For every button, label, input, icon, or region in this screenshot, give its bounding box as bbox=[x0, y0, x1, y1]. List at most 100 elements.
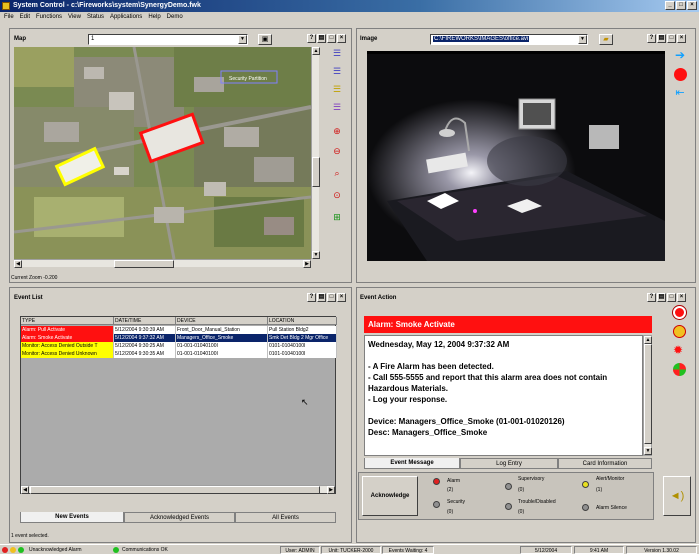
table-row[interactable]: Monitor: Access Denied Unknown 5/12/2004… bbox=[21, 350, 337, 358]
map-open-button[interactable]: ▣ bbox=[258, 34, 272, 45]
table-row[interactable]: Monitor: Access Denied Outside T 5/12/20… bbox=[21, 342, 337, 350]
tab-event-message[interactable]: Event Message bbox=[364, 458, 460, 469]
maximize-icon[interactable]: □ bbox=[327, 293, 336, 302]
restore-icon[interactable]: ▤ bbox=[657, 293, 666, 302]
minimize-button[interactable]: _ bbox=[665, 1, 675, 10]
speaker-icon[interactable]: ◄) bbox=[663, 476, 691, 516]
message-line: - Call 555-5555 and report that this ala… bbox=[368, 373, 608, 393]
restore-icon[interactable]: ▤ bbox=[657, 34, 666, 43]
event-action-controls: ? ▤ □ × bbox=[647, 293, 686, 302]
fit-map-icon[interactable]: ⊞ bbox=[330, 210, 344, 224]
layer-filter-icon[interactable]: ☰ bbox=[330, 100, 344, 114]
status-label: Supervisory bbox=[518, 476, 545, 482]
rewind-icon[interactable]: ⇤ bbox=[673, 86, 687, 100]
help-icon[interactable]: ? bbox=[647, 293, 656, 302]
column-device[interactable]: DEVICE bbox=[176, 317, 268, 324]
close-icon[interactable]: × bbox=[677, 34, 686, 43]
open-folder-icon[interactable]: ▰ bbox=[599, 34, 613, 45]
alarm-status-light bbox=[433, 478, 440, 485]
layer-highlight-icon[interactable]: ☰ bbox=[330, 82, 344, 96]
scroll-up-icon[interactable]: ▲ bbox=[644, 336, 652, 344]
message-line: - A Fire Alarm has been detected. bbox=[368, 362, 494, 371]
menu-help[interactable]: Help bbox=[148, 12, 160, 22]
image-path-selector[interactable]: C:\FIREWORKS\IMAGES\office.avi ▼ bbox=[430, 34, 588, 45]
close-icon[interactable]: × bbox=[337, 34, 346, 43]
scroll-left-icon[interactable]: ◀ bbox=[14, 260, 22, 268]
tab-card-information[interactable]: Card Information bbox=[558, 458, 652, 469]
scroll-thumb[interactable] bbox=[312, 157, 320, 187]
column-location[interactable]: LOCATION bbox=[268, 317, 337, 324]
security-partition-label[interactable]: Security Partition bbox=[229, 76, 267, 82]
map-horizontal-scrollbar[interactable]: ◀ ▶ bbox=[14, 259, 311, 268]
chevron-down-icon[interactable]: ▼ bbox=[578, 35, 587, 44]
menu-functions[interactable]: Functions bbox=[36, 12, 62, 22]
next-arrow-icon[interactable]: ➔ bbox=[673, 48, 687, 62]
user-status: User: ADMIN bbox=[280, 546, 320, 554]
menu-status[interactable]: Status bbox=[87, 12, 104, 22]
scroll-down-icon[interactable]: ▼ bbox=[644, 447, 652, 455]
menu-edit[interactable]: Edit bbox=[20, 12, 30, 22]
no-action-icon[interactable] bbox=[673, 325, 686, 338]
layer-up-icon[interactable]: ☰ bbox=[330, 64, 344, 78]
help-icon[interactable]: ? bbox=[307, 34, 316, 43]
table-row[interactable]: Alarm: Pull Activate 5/12/2004 9:30:39 A… bbox=[21, 326, 337, 334]
layer-list-icon[interactable]: ☰ bbox=[330, 46, 344, 60]
camera-image bbox=[367, 51, 665, 261]
tab-all-events[interactable]: All Events bbox=[235, 512, 336, 523]
help-icon[interactable]: ? bbox=[647, 34, 656, 43]
table-row-selected[interactable]: Alarm: Smoke Activate 5/12/2004 9:37:32 … bbox=[21, 334, 337, 342]
row-type: Alarm: Pull Activate bbox=[21, 326, 114, 334]
maximize-button[interactable]: □ bbox=[676, 1, 686, 10]
scroll-thumb[interactable] bbox=[644, 344, 652, 444]
map-vertical-scrollbar[interactable]: ▲ ▼ bbox=[311, 47, 320, 259]
menu-file[interactable]: File bbox=[4, 12, 14, 22]
column-datetime[interactable]: DATE/TIME bbox=[114, 317, 176, 324]
restore-icon[interactable]: ▤ bbox=[317, 293, 326, 302]
message-line: - Log your response. bbox=[368, 395, 448, 404]
scroll-left-icon[interactable]: ◀ bbox=[21, 486, 29, 494]
stop-alarm-icon[interactable] bbox=[673, 306, 686, 319]
record-icon[interactable] bbox=[674, 68, 687, 81]
close-icon[interactable]: × bbox=[677, 293, 686, 302]
warning-indicator-icon bbox=[10, 547, 16, 553]
event-table[interactable]: TYPE DATE/TIME DEVICE LOCATION Alarm: Pu… bbox=[20, 316, 337, 494]
title-bar: System Control - c:\Fireworks\system\Syn… bbox=[0, 0, 699, 12]
help-icon[interactable]: ? bbox=[307, 293, 316, 302]
time-status: 9:41 AM bbox=[574, 546, 624, 554]
acknowledge-button[interactable]: Acknowledge bbox=[362, 476, 418, 516]
reset-icon[interactable] bbox=[673, 363, 686, 376]
scroll-right-icon[interactable]: ▶ bbox=[327, 486, 335, 494]
maximize-icon[interactable]: □ bbox=[667, 34, 676, 43]
column-type[interactable]: TYPE bbox=[21, 317, 114, 324]
menu-applications[interactable]: Applications bbox=[110, 12, 142, 22]
scroll-down-icon[interactable]: ▼ bbox=[312, 251, 320, 259]
maximize-icon[interactable]: □ bbox=[667, 293, 676, 302]
zoom-out-icon[interactable]: ⊖ bbox=[330, 144, 344, 158]
scroll-thumb[interactable] bbox=[114, 260, 174, 268]
alarm-light-icon[interactable]: ✹ bbox=[673, 344, 683, 357]
event-message-scrollbar[interactable]: ▲ ▼ bbox=[643, 335, 652, 456]
row-type: Alarm: Smoke Activate bbox=[21, 334, 114, 342]
zoom-in-icon[interactable]: ⊕ bbox=[330, 124, 344, 138]
maximize-icon[interactable]: □ bbox=[327, 34, 336, 43]
chevron-down-icon[interactable]: ▼ bbox=[238, 35, 247, 44]
menu-demo[interactable]: Demo bbox=[167, 12, 183, 22]
tab-acknowledged-events[interactable]: Acknowledged Events bbox=[124, 512, 235, 523]
menu-view[interactable]: View bbox=[68, 12, 81, 22]
restore-icon[interactable]: ▤ bbox=[317, 34, 326, 43]
tab-new-events[interactable]: New Events bbox=[20, 512, 124, 523]
status-count: (2) bbox=[447, 487, 454, 493]
row-type: Monitor: Access Denied Outside T bbox=[21, 342, 114, 350]
scroll-thumb[interactable] bbox=[30, 486, 320, 494]
tab-log-entry[interactable]: Log Entry bbox=[460, 458, 558, 469]
map-selector[interactable]: 1 ▼ bbox=[88, 34, 248, 45]
scroll-right-icon[interactable]: ▶ bbox=[303, 260, 311, 268]
event-table-hscroll[interactable]: ◀ ▶ bbox=[21, 485, 335, 494]
map-view[interactable]: Security Partition bbox=[14, 47, 311, 259]
row-device: Front_Door_Manual_Station bbox=[176, 326, 268, 334]
close-button[interactable]: × bbox=[687, 1, 697, 10]
zoom-area-icon[interactable]: ⌕ bbox=[330, 166, 344, 180]
scroll-up-icon[interactable]: ▲ bbox=[312, 47, 320, 55]
close-icon[interactable]: × bbox=[337, 293, 346, 302]
zoom-reset-icon[interactable]: ⊙ bbox=[330, 188, 344, 202]
